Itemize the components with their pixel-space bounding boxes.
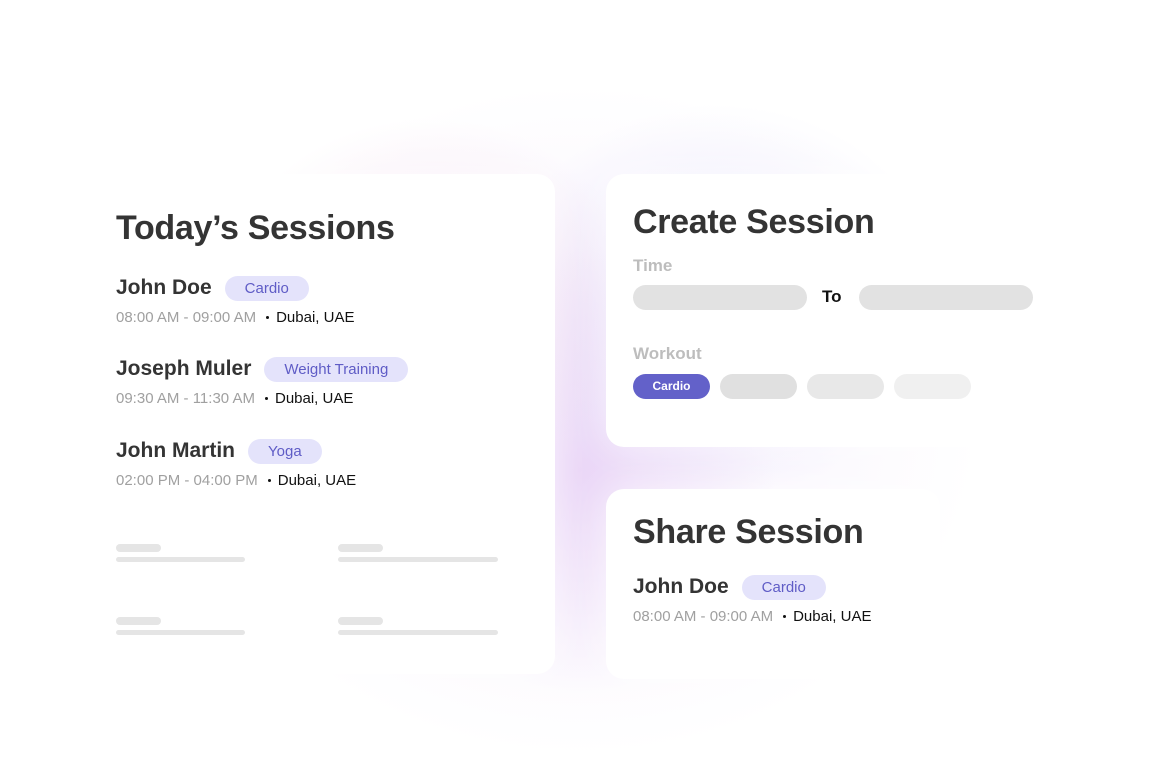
- workout-chip-placeholder[interactable]: [807, 374, 884, 399]
- session-time: 09:30 AM - 11:30 AM: [116, 390, 255, 407]
- share-session-title: Share Session: [633, 513, 864, 551]
- separator-dot-icon: [264, 397, 268, 400]
- share-session-card: Share Session John Doe Cardio 08:00 AM -…: [606, 489, 940, 679]
- separator-dot-icon: [266, 316, 270, 319]
- session-item[interactable]: John Doe Cardio 08:00 AM - 09:00 AM Duba…: [116, 274, 354, 326]
- separator-dot-icon: [783, 615, 787, 618]
- session-item[interactable]: Joseph Muler Weight Training 09:30 AM - …: [116, 355, 409, 407]
- session-item[interactable]: John Martin Yoga 02:00 PM - 04:00 PM Dub…: [116, 437, 356, 489]
- to-label: To: [822, 287, 842, 306]
- session-location: Dubai, UAE: [276, 309, 355, 326]
- skeleton-title: [338, 544, 383, 552]
- workout-badge: Cardio: [224, 275, 309, 301]
- session-location: Dubai, UAE: [277, 472, 357, 489]
- workout-badge: Cardio: [741, 574, 826, 600]
- create-session-title: Create Session: [633, 203, 875, 241]
- time-label: Time: [633, 256, 673, 275]
- workout-badge: Yoga: [248, 438, 322, 464]
- session-name: Joseph Muler: [116, 357, 252, 380]
- workout-label: Workout: [633, 344, 702, 363]
- skeleton-line: [338, 557, 498, 562]
- skeleton-title: [338, 617, 383, 625]
- todays-sessions-card: Today’s Sessions John Doe Cardio 08:00 A…: [90, 174, 555, 674]
- skeleton-title: [116, 544, 161, 552]
- session-location: Dubai, UAE: [274, 390, 354, 407]
- workout-chip-cardio[interactable]: Cardio: [633, 374, 710, 399]
- session-name: John Doe: [633, 575, 729, 598]
- session-location: Dubai, UAE: [793, 608, 872, 625]
- stage: Today’s Sessions John Doe Cardio 08:00 A…: [0, 0, 1157, 783]
- session-time: 08:00 AM - 09:00 AM: [116, 309, 257, 326]
- session-time: 02:00 PM - 04:00 PM: [116, 472, 258, 489]
- workout-chip-placeholder[interactable]: [720, 374, 797, 399]
- separator-dot-icon: [267, 479, 271, 482]
- session-name: John Martin: [116, 439, 235, 462]
- session-name: John Doe: [116, 276, 212, 299]
- workout-chip-placeholder[interactable]: [894, 374, 971, 399]
- workout-badge: Weight Training: [264, 356, 409, 382]
- session-time: 08:00 AM - 09:00 AM: [633, 608, 774, 625]
- skeleton-line: [116, 630, 245, 635]
- time-to-input[interactable]: [859, 285, 1033, 310]
- shared-session-item[interactable]: John Doe Cardio 08:00 AM - 09:00 AM Duba…: [633, 573, 871, 625]
- skeleton-line: [116, 557, 245, 562]
- skeleton-title: [116, 617, 161, 625]
- create-session-card: Create Session Time To Workout Cardio: [606, 174, 1076, 447]
- skeleton-line: [338, 630, 498, 635]
- time-from-input[interactable]: [633, 285, 807, 310]
- todays-sessions-title: Today’s Sessions: [116, 209, 395, 247]
